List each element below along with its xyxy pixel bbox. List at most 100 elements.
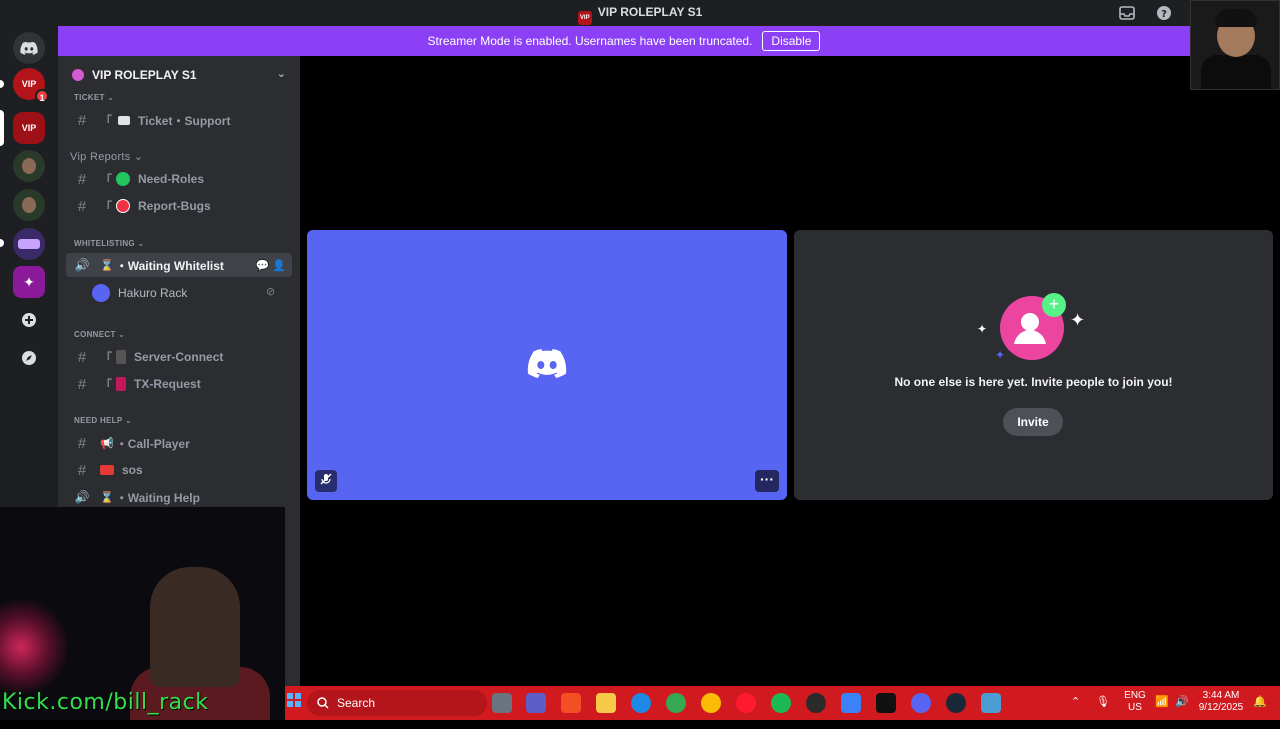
channel-tx-request[interactable]: # 「 TX-Request xyxy=(66,372,292,396)
channel-label: Need-Roles xyxy=(138,172,205,186)
selected-indicator xyxy=(0,110,4,146)
more-options-button[interactable]: ··· xyxy=(755,470,779,492)
tray-overflow-icon[interactable]: ⌃ xyxy=(1071,695,1080,729)
channel-server-connect[interactable]: # 「 Server-Connect xyxy=(66,345,292,369)
server-label: VIP xyxy=(21,123,37,133)
vip-server-1[interactable]: VIP 1 xyxy=(13,68,49,103)
channel-prefix: 「 xyxy=(100,199,113,214)
mic-muted-icon xyxy=(315,470,337,492)
channel-prefix: 「 xyxy=(100,350,113,365)
window-title: VIP VIP ROLEPLAY S1 xyxy=(0,5,1280,25)
voice-user-name: Hakuro Rack xyxy=(118,286,188,300)
hourglass-icon: ⌛ xyxy=(100,491,114,504)
disable-streamer-mode-button[interactable]: Disable xyxy=(762,31,821,51)
server-logo-icon: VIP xyxy=(577,11,592,25)
stream-watermark: Kick.com/bill_rack xyxy=(2,690,209,715)
search-label: Search xyxy=(337,696,376,710)
logo-server-6[interactable]: ✦ xyxy=(13,266,45,298)
hash-icon: # xyxy=(77,461,87,479)
language-indicator[interactable]: ENG US xyxy=(1123,690,1147,724)
image-viewer-icon[interactable] xyxy=(981,693,1001,713)
webcam-figure xyxy=(1201,55,1271,89)
channel-need-roles[interactable]: # 「 Need-Roles xyxy=(66,167,292,191)
invite-button[interactable]: Invite xyxy=(1003,408,1063,436)
self-video-tile[interactable]: ··· xyxy=(307,230,787,500)
channel-ticket-support[interactable]: # 「 Ticket・Support xyxy=(66,108,292,132)
compass-icon[interactable] xyxy=(13,342,45,374)
add-server-icon[interactable] xyxy=(13,304,45,336)
channel-call-player[interactable]: # 📢 ・Call-Player xyxy=(66,431,292,455)
volume-icon[interactable]: 🔊 xyxy=(1175,695,1189,729)
avatar-server-4[interactable] xyxy=(13,189,45,221)
help-icon[interactable]: ? xyxy=(1156,5,1172,21)
wifi-icon[interactable]: 📶 xyxy=(1155,695,1169,729)
svg-text:?: ? xyxy=(1161,9,1167,20)
green-circle-icon xyxy=(116,172,131,186)
megaphone-icon: 📢 xyxy=(100,437,114,450)
channel-prefix: 「 xyxy=(100,172,113,187)
opera-icon[interactable] xyxy=(736,693,756,713)
edge-icon[interactable] xyxy=(631,693,651,713)
search-icon xyxy=(317,697,329,709)
channel-waiting-whitelist[interactable]: 🔊 ⌛ ・Waiting Whitelist 💬 👤 xyxy=(66,253,292,277)
spotify-icon[interactable] xyxy=(771,693,791,713)
steam-icon[interactable] xyxy=(946,693,966,713)
ticket-icon xyxy=(118,115,131,125)
avatar xyxy=(22,197,36,213)
store-icon[interactable] xyxy=(561,693,581,713)
chrome-canary-icon[interactable] xyxy=(701,693,721,713)
clock-time: 3:44 AM xyxy=(1202,690,1240,701)
notification-icon[interactable]: 🔔 xyxy=(1253,695,1267,729)
channel-label: Report-Bugs xyxy=(138,199,211,213)
file-explorer-icon[interactable] xyxy=(596,693,616,713)
hash-icon: # xyxy=(77,348,87,366)
server-label: VIP xyxy=(21,79,37,89)
channel-waiting-help[interactable]: 🔊 ⌛ ・Waiting Help xyxy=(66,485,292,509)
discord-home-icon[interactable] xyxy=(13,32,45,64)
taskbar-search[interactable]: Search xyxy=(307,690,487,716)
hash-icon: # xyxy=(77,197,87,215)
empty-state-text: No one else is here yet. Invite people t… xyxy=(894,375,1173,389)
clock[interactable]: 3:44 AM 9/12/2025 xyxy=(1193,690,1249,724)
channel-prefix: 「 xyxy=(100,113,113,128)
webcam-face xyxy=(150,567,240,687)
network-app-icon[interactable] xyxy=(841,693,861,713)
chevron-down-icon[interactable]: ⌄ xyxy=(277,67,286,80)
channel-report-bugs[interactable]: # 「 Report-Bugs xyxy=(66,194,292,218)
channel-label: ・Waiting Help xyxy=(115,490,200,505)
category-connect[interactable]: CONNECT ⌄ xyxy=(74,330,125,339)
task-view-icon[interactable] xyxy=(492,693,512,713)
discord-taskbar-icon[interactable] xyxy=(911,693,931,713)
server-header[interactable]: VIP ROLEPLAY S1 ⌄ xyxy=(58,56,300,94)
obs-icon[interactable] xyxy=(806,693,826,713)
webcam-overlay-top xyxy=(1190,0,1280,90)
avatar-server-3[interactable] xyxy=(13,150,45,182)
webcam-overlay-bottom xyxy=(0,507,285,720)
window-title-text: VIP ROLEPLAY S1 xyxy=(597,5,703,19)
logo-server-5[interactable] xyxy=(13,228,45,260)
invite-tile: + ✦ ✦ ✦ No one else is here yet. Invite … xyxy=(794,230,1273,500)
category-label: CONNECT xyxy=(74,330,116,339)
hash-icon: # xyxy=(77,111,87,129)
category-whitelisting[interactable]: WHITELISTING ⌄ xyxy=(74,239,144,248)
windows-start-icon[interactable] xyxy=(285,693,303,713)
vip-server-2[interactable]: VIP xyxy=(13,112,45,144)
channel-sos[interactable]: # sos xyxy=(66,458,292,482)
category-ticket[interactable]: TICKET ⌄ xyxy=(74,93,114,102)
discord-logo-icon xyxy=(527,349,567,378)
sos-icon xyxy=(100,465,114,475)
voice-user[interactable]: Hakuro Rack xyxy=(92,282,187,304)
category-vip-reports[interactable]: Vip Reports ⌄ xyxy=(70,150,143,163)
chrome-icon[interactable] xyxy=(666,693,686,713)
category-need-help[interactable]: NEED HELP ⌄ xyxy=(74,416,132,425)
inbox-icon[interactable] xyxy=(1119,5,1135,21)
language-code: ENG xyxy=(1124,690,1146,701)
channel-label: sos xyxy=(122,463,143,477)
chat-and-invite-icons[interactable]: 💬 👤 xyxy=(256,259,286,272)
hash-icon: # xyxy=(77,170,87,188)
teams-icon[interactable] xyxy=(526,693,546,713)
channel-prefix: 「 xyxy=(100,377,113,392)
terminal-icon[interactable] xyxy=(876,693,896,713)
microphone-icon[interactable]: 🎙 xyxy=(1096,695,1110,729)
request-icon xyxy=(116,377,127,391)
